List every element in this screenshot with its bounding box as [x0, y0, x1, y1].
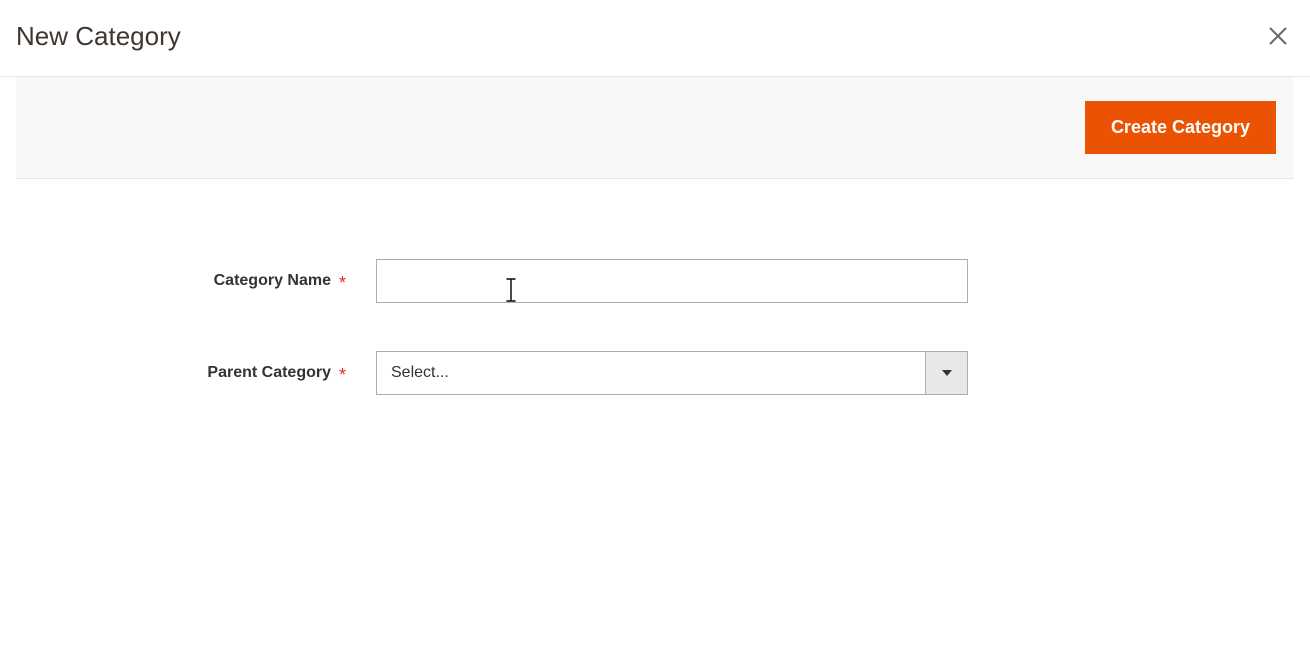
category-name-row: Category Name *	[16, 259, 1294, 303]
action-bar: Create Category	[16, 77, 1294, 179]
parent-category-select[interactable]: Select...	[376, 351, 968, 395]
category-name-label-wrap: Category Name *	[16, 272, 376, 290]
category-name-control	[376, 259, 968, 303]
parent-category-row: Parent Category * Select...	[16, 351, 1294, 395]
form-area: Category Name * Parent Category * Select…	[0, 179, 1310, 395]
category-name-label: Category Name	[214, 272, 331, 290]
parent-category-label-wrap: Parent Category *	[16, 364, 376, 382]
create-category-button[interactable]: Create Category	[1085, 101, 1276, 154]
required-indicator-icon: *	[339, 274, 346, 292]
required-indicator-icon: *	[339, 366, 346, 384]
modal-header: New Category	[0, 0, 1310, 77]
close-icon	[1266, 24, 1290, 48]
parent-category-label: Parent Category	[207, 364, 331, 382]
parent-category-select-display: Select...	[377, 352, 925, 394]
caret-down-icon	[942, 370, 952, 376]
parent-category-select-toggle[interactable]	[925, 352, 967, 394]
modal-title: New Category	[16, 21, 181, 52]
category-name-input[interactable]	[376, 259, 968, 303]
parent-category-control: Select...	[376, 351, 968, 395]
close-button[interactable]	[1262, 20, 1294, 52]
